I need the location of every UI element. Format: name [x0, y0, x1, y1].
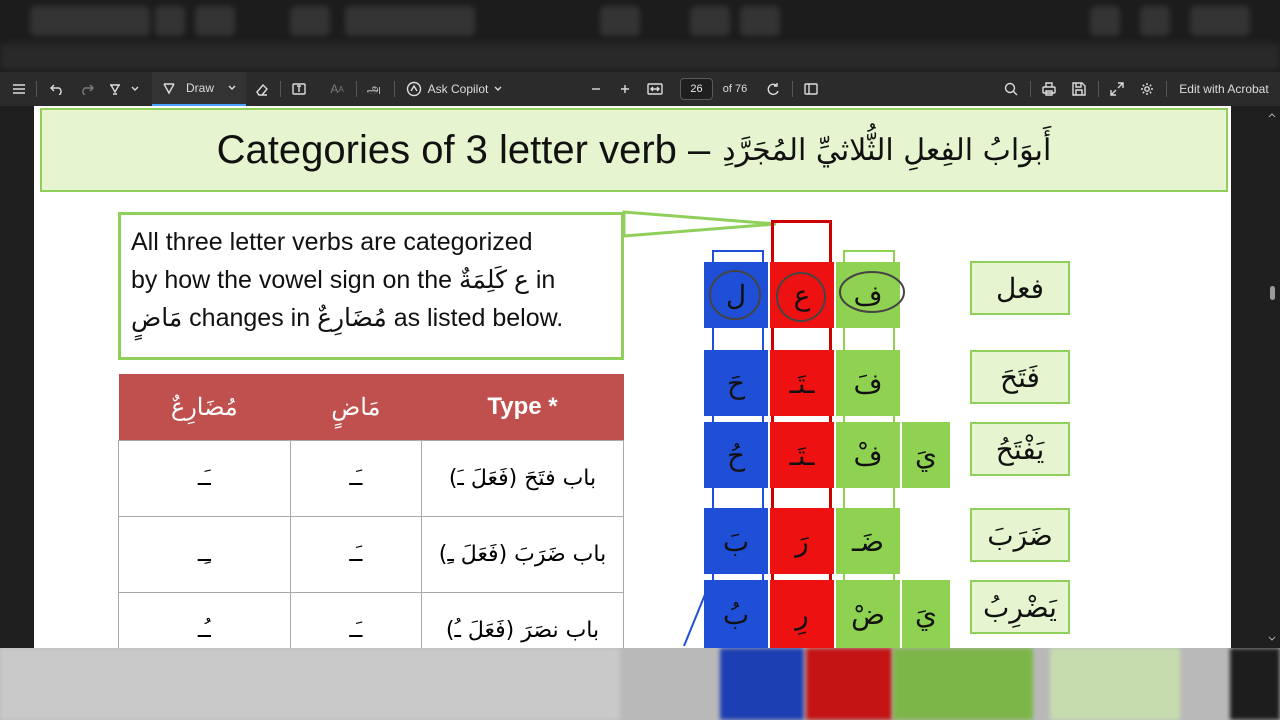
- verb-category-table: مُضَارِعٌ مَاضٍ Type * ـَـ ـَـ باب فتَحَ…: [118, 374, 625, 669]
- grid-cell: ضْ: [836, 580, 900, 648]
- blurred-top-region: [0, 0, 1280, 72]
- table-header-row: مُضَارِعٌ مَاضٍ Type *: [118, 374, 624, 440]
- page-number-input[interactable]: 26: [680, 78, 713, 100]
- hand-drawn-circles: [709, 270, 905, 322]
- table-row: ـِـ ـَـ باب ضَرَبَ (فَعَلَ ـِ): [118, 515, 625, 593]
- verb-label: ضَرَبَ: [970, 508, 1070, 562]
- translate-icon[interactable]: அ: [362, 72, 386, 106]
- slide-title-arabic: أَبوَابُ الفِعلِ الثُّلاثيِّ المُجَرَّدِ: [722, 132, 1052, 168]
- grid-cell: فْ: [836, 422, 900, 488]
- chevron-down-icon[interactable]: [128, 72, 142, 106]
- grid-cell: يَ: [902, 422, 950, 488]
- draw-icon: [163, 83, 175, 95]
- verb-label: فعل: [970, 261, 1070, 315]
- zoom-in-icon[interactable]: [614, 72, 636, 106]
- grid-cell: رَ: [770, 508, 834, 574]
- zoom-out-icon[interactable]: [586, 72, 606, 106]
- table-cell: ـَـ: [289, 515, 422, 593]
- grid-cell: بَ: [704, 508, 768, 574]
- redo-icon[interactable]: [76, 72, 98, 106]
- header-type: Type *: [421, 374, 624, 440]
- scroll-down-icon: [1268, 636, 1276, 641]
- verb-label: فَتَحَ: [970, 350, 1070, 404]
- table-row: ـَـ ـَـ باب فتَحَ (فَعَلَ ـَ): [118, 439, 625, 517]
- save-icon[interactable]: [1068, 72, 1090, 106]
- header-madi: مَاضٍ: [290, 374, 422, 440]
- table-cell: ـِـ: [118, 515, 291, 593]
- grid-cell: ـتَـ: [770, 350, 834, 416]
- fit-page-icon[interactable]: [644, 72, 666, 106]
- verb-label: يَضْرِبُ: [970, 580, 1070, 634]
- verb-label: يَفْتَحُ: [970, 422, 1070, 476]
- undo-icon[interactable]: [46, 72, 68, 106]
- search-icon[interactable]: [1000, 72, 1022, 106]
- grid-cell: حَ: [704, 350, 768, 416]
- callout-line-2: by how the vowel sign on the ع كَلِمَةٌ …: [131, 266, 556, 294]
- hand-drawn-line: [683, 591, 707, 647]
- callout-pointer: [622, 210, 777, 238]
- print-icon[interactable]: [1038, 72, 1060, 106]
- explanation-callout: All three letter verbs are categorized b…: [118, 212, 624, 360]
- header-mudari: مُضَارِعٌ: [118, 374, 291, 440]
- slide-title-english: Categories of 3 letter verb –: [216, 127, 711, 172]
- page-total: of 76: [722, 83, 748, 95]
- callout-line-3: مَاضٍ changes in مُضَارِعٌ as listed bel…: [131, 304, 564, 332]
- grid-cell: ـتَـ: [770, 422, 834, 488]
- scrollbar-thumb[interactable]: [1270, 286, 1275, 300]
- blurred-bottom-region: [0, 648, 1280, 720]
- text-box-icon[interactable]: [288, 72, 310, 106]
- ask-copilot-label: Ask Copilot: [427, 82, 489, 96]
- draw-button[interactable]: Draw: [152, 72, 246, 106]
- expand-icon[interactable]: [1106, 72, 1128, 106]
- scroll-up-icon: [1268, 113, 1276, 118]
- chevron-down-icon: [228, 85, 236, 90]
- menu-list-icon[interactable]: [8, 72, 30, 106]
- eraser-icon[interactable]: [250, 72, 274, 106]
- copilot-icon: [406, 81, 421, 97]
- gear-icon[interactable]: [1136, 72, 1158, 106]
- grid-cell: حُ: [704, 422, 768, 488]
- grid-cell: رِ: [770, 580, 834, 648]
- page-view-icon[interactable]: [800, 72, 822, 106]
- vertical-scrollbar[interactable]: [1264, 106, 1280, 648]
- text-size-icon[interactable]: AA: [326, 72, 348, 106]
- table-cell: باب ضَرَبَ (فَعَلَ ـِ): [420, 515, 625, 593]
- chevron-down-icon: [494, 86, 502, 91]
- grid-cell: بُ: [704, 580, 768, 648]
- table-cell: ـَـ: [289, 439, 422, 517]
- edit-with-acrobat-button[interactable]: Edit with Acrobat: [1172, 72, 1276, 106]
- callout-line-1: All three letter verbs are categorized: [131, 228, 533, 256]
- grid-cell: يَ: [902, 580, 950, 648]
- table-cell: باب فتَحَ (فَعَلَ ـَ): [420, 439, 625, 517]
- ask-copilot-button[interactable]: Ask Copilot: [402, 72, 506, 106]
- table-cell: ـَـ: [118, 439, 291, 517]
- grid-cell: ضَـ: [836, 508, 900, 574]
- grid-cell: فَ: [836, 350, 900, 416]
- slide-title: Categories of 3 letter verb – أَبوَابُ ا…: [40, 108, 1228, 192]
- acrobat-toolbar: Draw AA அ Ask Copilot 26 of 76 Edit with…: [0, 72, 1280, 106]
- highlight-icon[interactable]: [104, 72, 126, 106]
- rotate-icon[interactable]: [762, 72, 784, 106]
- draw-label: Draw: [185, 81, 214, 95]
